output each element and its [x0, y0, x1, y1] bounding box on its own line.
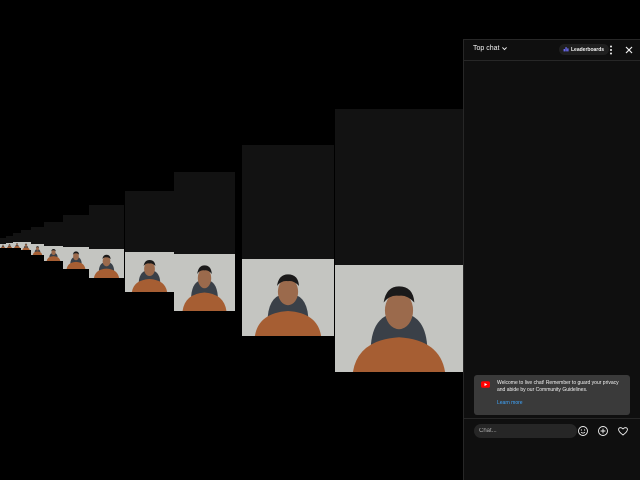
webcam-feed: [242, 259, 334, 336]
captured-screen-frame: [89, 205, 124, 278]
chat-message-list[interactable]: [464, 61, 640, 374]
welcome-message: Welcome to live chat! Remember to guard …: [497, 380, 619, 393]
webcam-feed: [13, 242, 21, 248]
captured-screen-frame: [13, 233, 21, 248]
webcam-feed: [21, 242, 31, 250]
captured-screen-frame: [21, 230, 31, 250]
webcam-feed: [44, 246, 63, 261]
leaderboards-button[interactable]: Leaderboards: [559, 44, 610, 55]
more-options-button[interactable]: [607, 44, 615, 56]
webcam-feed: [6, 243, 13, 248]
webcam-feed: [174, 254, 235, 311]
captured-screen-frame: [6, 236, 13, 248]
live-chat-panel: Top chat Leaderboards Welcome to live ch…: [463, 39, 640, 480]
leaderboard-icon: [563, 46, 569, 54]
webcam-feed: [335, 265, 463, 372]
captured-screen-frame: [63, 215, 89, 269]
captured-screen-frame: [174, 172, 235, 311]
add-button[interactable]: [597, 425, 609, 437]
captured-screen-frame: [125, 191, 174, 292]
heart-icon: [617, 425, 629, 437]
leaderboards-label: Leaderboards: [571, 46, 605, 53]
chevron-down-icon: [501, 45, 508, 52]
captured-screen-frame: [31, 227, 44, 255]
chat-header: Top chat Leaderboards: [464, 40, 640, 61]
emoji-button[interactable]: [577, 425, 589, 437]
chat-mode-selector[interactable]: Top chat: [473, 45, 508, 52]
youtube-logo-icon: [481, 381, 490, 388]
chat-input[interactable]: [474, 424, 577, 438]
webcam-feed: [63, 247, 89, 269]
screen: Top chat Leaderboards Welcome to live ch…: [0, 0, 640, 480]
welcome-banner: Welcome to live chat! Remember to guard …: [474, 375, 630, 415]
support-button[interactable]: [617, 425, 629, 437]
recursive-screen-capture: [0, 0, 463, 480]
add-circle-icon: [597, 425, 609, 437]
chat-mode-label: Top chat: [473, 45, 500, 52]
captured-screen-frame: [44, 222, 63, 261]
emoji-icon: [577, 425, 589, 437]
webcam-feed: [125, 252, 174, 292]
close-icon: [623, 44, 635, 56]
captured-screen-frame: [242, 145, 334, 336]
chat-input-bar: [464, 418, 640, 480]
more-vert-icon: [607, 44, 615, 56]
webcam-feed: [31, 244, 44, 255]
learn-more-link[interactable]: Learn more: [497, 400, 523, 406]
webcam-feed: [89, 249, 124, 278]
captured-screen-frame: [335, 109, 463, 372]
close-chat-button[interactable]: [623, 44, 635, 56]
